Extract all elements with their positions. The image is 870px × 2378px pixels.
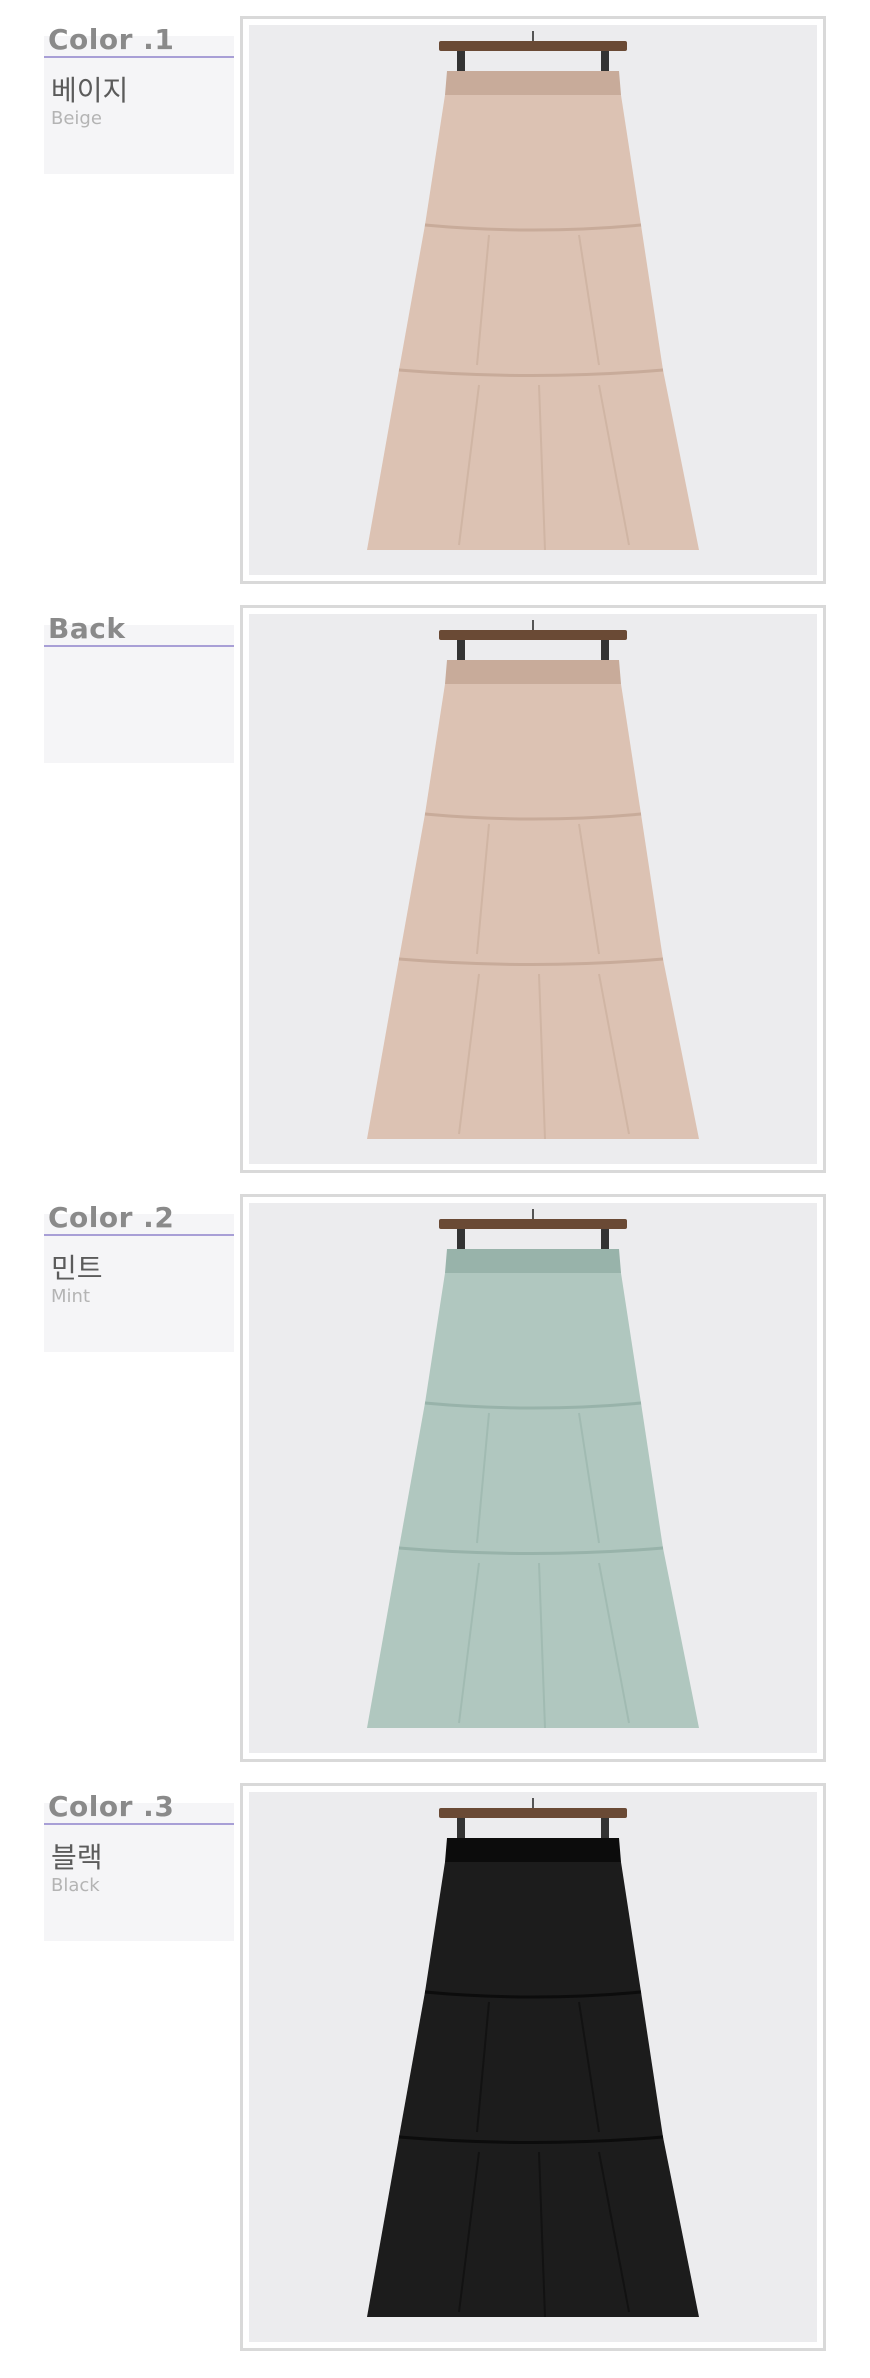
section-title: Color .3 <box>48 1790 175 1823</box>
back-section: Back <box>0 605 870 1199</box>
skirt-photo <box>240 1194 826 1762</box>
photo-frame <box>249 25 817 575</box>
color-name-korean: 베이지 <box>51 74 129 107</box>
color-name-korean: 블랙 <box>51 1841 103 1874</box>
color-name-korean: 민트 <box>51 1252 103 1285</box>
color-name-english: Black <box>51 1875 100 1896</box>
title-underline <box>44 56 234 58</box>
title-underline <box>44 645 234 647</box>
color-name-english: Beige <box>51 108 102 129</box>
title-underline <box>44 1823 234 1825</box>
color-name-english: Mint <box>51 1286 90 1307</box>
skirt-illustration <box>367 1798 699 2318</box>
skirt-illustration <box>367 1209 699 1729</box>
title-underline <box>44 1234 234 1236</box>
color-section-2: Color .2 민트 Mint <box>0 1194 870 1788</box>
photo-frame <box>249 614 817 1164</box>
skirt-photo <box>240 16 826 584</box>
skirt-illustration <box>367 620 699 1140</box>
color-section-1: Color .1 베이지 Beige <box>0 16 870 610</box>
photo-frame <box>249 1792 817 2342</box>
photo-frame <box>249 1203 817 1753</box>
skirt-illustration <box>367 31 699 551</box>
skirt-photo <box>240 605 826 1173</box>
color-section-3: Color .3 블랙 Black <box>0 1783 870 2377</box>
section-title: Color .2 <box>48 1201 175 1234</box>
section-title: Back <box>48 612 126 645</box>
section-title: Color .1 <box>48 23 175 56</box>
skirt-photo <box>240 1783 826 2351</box>
